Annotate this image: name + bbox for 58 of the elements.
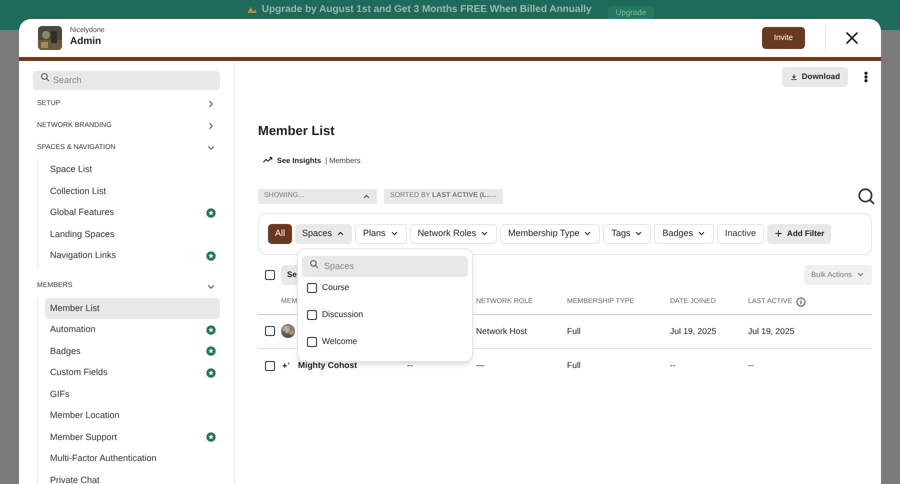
filter-dropdown[interactable]: Tags: [603, 224, 652, 244]
sidebar-item[interactable]: Global Features: [45, 202, 220, 224]
search-icon: [858, 188, 875, 205]
invite-button[interactable]: Invite: [762, 27, 805, 49]
checkbox[interactable]: [264, 326, 274, 336]
plus-icon: [774, 229, 784, 238]
checkbox[interactable]: [307, 282, 317, 292]
info-icon: [796, 297, 806, 308]
sidebar-item[interactable]: Automation: [45, 319, 220, 340]
table-cell: Jul 19, 2025: [748, 324, 794, 338]
filter-dropdown[interactable]: Badges: [654, 224, 714, 244]
search-icon: [40, 72, 50, 82]
filter-dropdown[interactable]: Network Roles: [410, 224, 498, 244]
close-icon: [844, 30, 860, 46]
filter-chip[interactable]: Inactive: [717, 224, 764, 244]
sidebar-item[interactable]: Member Support: [45, 426, 220, 448]
download-icon: [790, 73, 798, 81]
table-cell: --: [748, 359, 754, 372]
sidebar-item[interactable]: Space List: [45, 159, 220, 180]
filter-dropdown[interactable]: Plans: [355, 224, 407, 244]
dropdown-option[interactable]: Course: [302, 274, 468, 301]
sidebar-item[interactable]: Badges: [45, 340, 220, 362]
sidebar-item[interactable]: Multi-Factor Authentication: [45, 448, 220, 470]
table-cell: Jul 19, 2025: [670, 324, 716, 338]
filter-dropdown[interactable]: Spaces: [295, 224, 352, 244]
checkbox[interactable]: [264, 360, 274, 371]
checkbox[interactable]: [307, 336, 317, 346]
sparkle-icon: [281, 360, 291, 371]
table-cell: Full: [567, 359, 581, 372]
sidebar-item[interactable]: Collection List: [45, 180, 220, 202]
table-cell: --: [407, 359, 413, 372]
search-field[interactable]: Spaces: [302, 256, 468, 276]
checkbox[interactable]: [264, 270, 274, 280]
dropdown-option[interactable]: Welcome: [302, 328, 468, 355]
trend-icon: [263, 155, 273, 166]
sidebar-item[interactable]: Member List: [45, 298, 220, 319]
sidebar-item[interactable]: Member Location: [45, 405, 220, 426]
sidebar-item[interactable]: Custom Fields: [45, 362, 220, 384]
table-cell: Mighty Cohost: [298, 359, 358, 372]
filter-dropdown[interactable]: Membership Type: [500, 224, 600, 244]
page-heading: Member List: [258, 122, 336, 140]
table-cell: —: [476, 359, 484, 372]
table-cell: Network Host: [476, 324, 528, 338]
filter-chip[interactable]: All: [268, 224, 292, 244]
sidebar-item[interactable]: Landing Spaces: [45, 224, 220, 245]
search-field[interactable]: Search: [33, 70, 220, 90]
search-icon: [309, 259, 319, 269]
sidebar-item[interactable]: Private Chat: [45, 470, 220, 484]
page-title: Admin: [70, 36, 102, 49]
table-cell: --: [670, 359, 676, 372]
table-cell: Full: [567, 324, 581, 338]
sidebar-item[interactable]: GIFs: [45, 384, 220, 405]
checkbox[interactable]: [307, 310, 317, 320]
add-filter-button[interactable]: Add Filter: [767, 224, 832, 244]
sidebar-item[interactable]: Navigation Links: [45, 245, 220, 266]
dropdown-option[interactable]: Discussion: [302, 301, 468, 328]
download-button[interactable]: Download: [782, 67, 848, 87]
banner-text: Upgrade by August 1st and Get 3 Months FREE When Billed Annually: [246, 2, 592, 17]
